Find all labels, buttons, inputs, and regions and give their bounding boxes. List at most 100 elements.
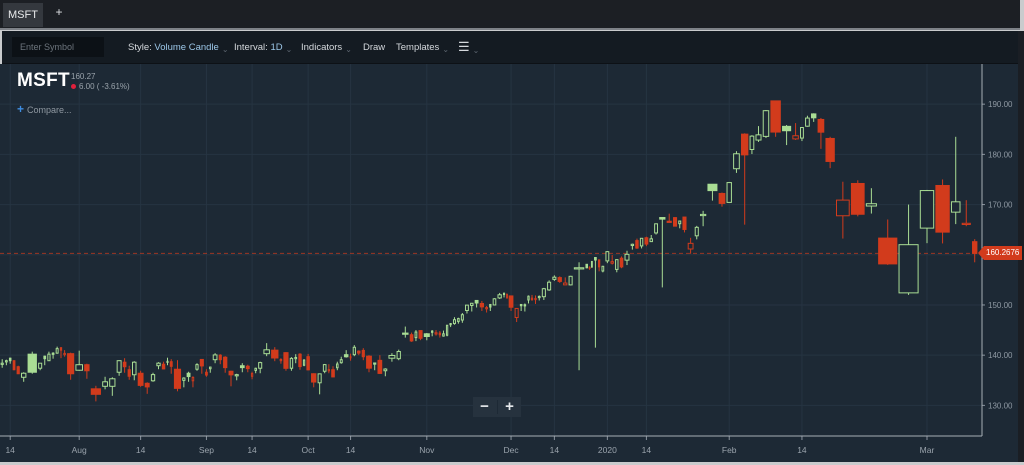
interval-dropdown[interactable]: Interval: 1D ⌄ bbox=[234, 42, 292, 54]
candle-body bbox=[508, 295, 514, 308]
candle bbox=[502, 292, 506, 298]
candle bbox=[258, 361, 263, 374]
candle-body bbox=[718, 192, 726, 204]
candle bbox=[541, 287, 546, 300]
candle-body bbox=[59, 347, 63, 351]
candle bbox=[84, 363, 90, 379]
tab-msft[interactable]: MSFT bbox=[3, 3, 43, 27]
candle bbox=[205, 369, 208, 377]
candle bbox=[377, 355, 383, 374]
candle-body bbox=[182, 377, 186, 381]
candle bbox=[762, 109, 770, 139]
candle-body bbox=[588, 266, 591, 270]
candle bbox=[519, 303, 523, 311]
zoom-in-button[interactable]: + bbox=[498, 397, 521, 417]
candle bbox=[306, 353, 310, 371]
candle bbox=[8, 357, 12, 364]
candle-body bbox=[258, 362, 263, 369]
candle bbox=[182, 377, 186, 388]
candle-body bbox=[792, 135, 799, 140]
candle-body bbox=[289, 357, 294, 369]
candle-body bbox=[418, 330, 423, 339]
candle-body bbox=[707, 183, 718, 192]
candle bbox=[470, 302, 474, 312]
style-label: Style: bbox=[128, 42, 152, 53]
candle-body bbox=[502, 292, 506, 296]
candle-body bbox=[298, 353, 302, 368]
candle bbox=[336, 361, 339, 371]
candle-body bbox=[630, 243, 635, 247]
candle-body bbox=[191, 376, 195, 382]
candle-body bbox=[898, 244, 919, 294]
candle bbox=[649, 234, 653, 243]
y-tick-label: 180.00 bbox=[988, 150, 1013, 159]
quote-change-value: 6.00 ( -3.61%) bbox=[79, 82, 130, 91]
x-tick-label: Feb bbox=[722, 445, 737, 455]
candle-body bbox=[122, 361, 127, 368]
candle-body bbox=[972, 241, 978, 254]
candle-body bbox=[306, 356, 310, 371]
chevron-down-icon: ⌄ bbox=[345, 45, 352, 54]
candle-body bbox=[414, 331, 418, 339]
candle bbox=[465, 304, 469, 314]
candle bbox=[366, 355, 372, 373]
candle bbox=[218, 354, 222, 365]
candle bbox=[666, 213, 672, 223]
candle bbox=[102, 376, 108, 390]
candle bbox=[132, 361, 137, 381]
candle-body bbox=[530, 297, 534, 300]
candle-body bbox=[961, 222, 971, 225]
candle bbox=[508, 295, 514, 311]
candle-body bbox=[699, 213, 707, 217]
candle bbox=[950, 136, 961, 225]
candle-body bbox=[449, 323, 452, 326]
candle bbox=[615, 259, 619, 273]
x-tick-label: 14 bbox=[550, 445, 560, 455]
candle-body bbox=[865, 203, 877, 207]
candle bbox=[361, 348, 365, 361]
menu-button[interactable]: ☰ ⌄ bbox=[458, 39, 479, 55]
candle bbox=[445, 324, 449, 337]
style-dropdown[interactable]: Style: Volume Candle ⌄ bbox=[128, 42, 229, 54]
candle-body bbox=[552, 276, 557, 280]
y-tick-label: 130.00 bbox=[988, 401, 1013, 410]
x-tick-label: 14 bbox=[797, 445, 807, 455]
candle-body bbox=[361, 349, 365, 358]
candle-body bbox=[12, 360, 16, 371]
candle bbox=[109, 377, 116, 396]
candle bbox=[16, 365, 20, 375]
symbol-search-input[interactable] bbox=[12, 37, 104, 57]
candle-body bbox=[601, 265, 605, 272]
draw-button[interactable]: Draw bbox=[363, 42, 385, 53]
candle-body bbox=[90, 388, 101, 395]
compare-button[interactable]: + Compare... bbox=[17, 102, 72, 116]
candle-body bbox=[489, 303, 492, 308]
candle-body bbox=[749, 135, 755, 150]
candle-body bbox=[205, 371, 208, 376]
candle bbox=[302, 359, 306, 367]
candle-body bbox=[423, 333, 430, 337]
indicators-dropdown[interactable]: Indicators ⌄ bbox=[301, 42, 352, 54]
candle bbox=[594, 257, 597, 348]
candle-body bbox=[144, 382, 150, 388]
candle bbox=[805, 115, 810, 127]
candle bbox=[514, 307, 519, 323]
candle-body bbox=[541, 288, 546, 298]
candle-body bbox=[878, 237, 898, 265]
candle bbox=[449, 323, 452, 328]
candle-body bbox=[474, 299, 479, 304]
candle-body bbox=[678, 220, 682, 225]
candle-body bbox=[8, 357, 12, 362]
templates-dropdown[interactable]: Templates ⌄ bbox=[396, 42, 449, 54]
candle-body bbox=[161, 363, 166, 370]
candle-body bbox=[770, 100, 781, 133]
candle bbox=[919, 189, 935, 244]
zoom-out-button[interactable]: − bbox=[473, 397, 496, 417]
candle-body bbox=[352, 346, 356, 356]
candle bbox=[485, 305, 488, 313]
candle bbox=[414, 330, 418, 342]
candle bbox=[534, 295, 537, 304]
candle bbox=[254, 367, 257, 374]
add-tab-button[interactable]: + bbox=[53, 5, 65, 19]
candle bbox=[317, 373, 322, 395]
